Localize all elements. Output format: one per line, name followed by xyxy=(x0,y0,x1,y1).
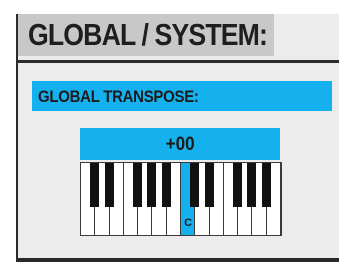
transpose-value-display[interactable]: +00 xyxy=(80,128,280,160)
black-key[interactable] xyxy=(147,163,157,207)
panel-bottom-border xyxy=(16,258,339,262)
black-key[interactable] xyxy=(233,163,243,207)
selected-key-label: C xyxy=(184,217,193,229)
black-key[interactable] xyxy=(261,163,271,207)
black-key[interactable] xyxy=(133,163,143,207)
black-key[interactable] xyxy=(161,163,171,207)
black-key[interactable] xyxy=(190,163,200,207)
black-key[interactable] xyxy=(247,163,257,207)
black-key[interactable] xyxy=(204,163,214,207)
page-header: GLOBAL / SYSTEM: xyxy=(16,14,274,56)
transpose-value: +00 xyxy=(165,134,195,155)
section-label: GLOBAL TRANSPOSE: xyxy=(38,87,199,106)
black-key[interactable] xyxy=(90,163,100,207)
global-transpose-section: GLOBAL TRANSPOSE: xyxy=(32,81,332,111)
black-key[interactable] xyxy=(104,163,114,207)
piano-keyboard[interactable]: C xyxy=(80,162,282,236)
page-title: GLOBAL / SYSTEM: xyxy=(28,17,268,52)
header-divider xyxy=(16,60,339,63)
